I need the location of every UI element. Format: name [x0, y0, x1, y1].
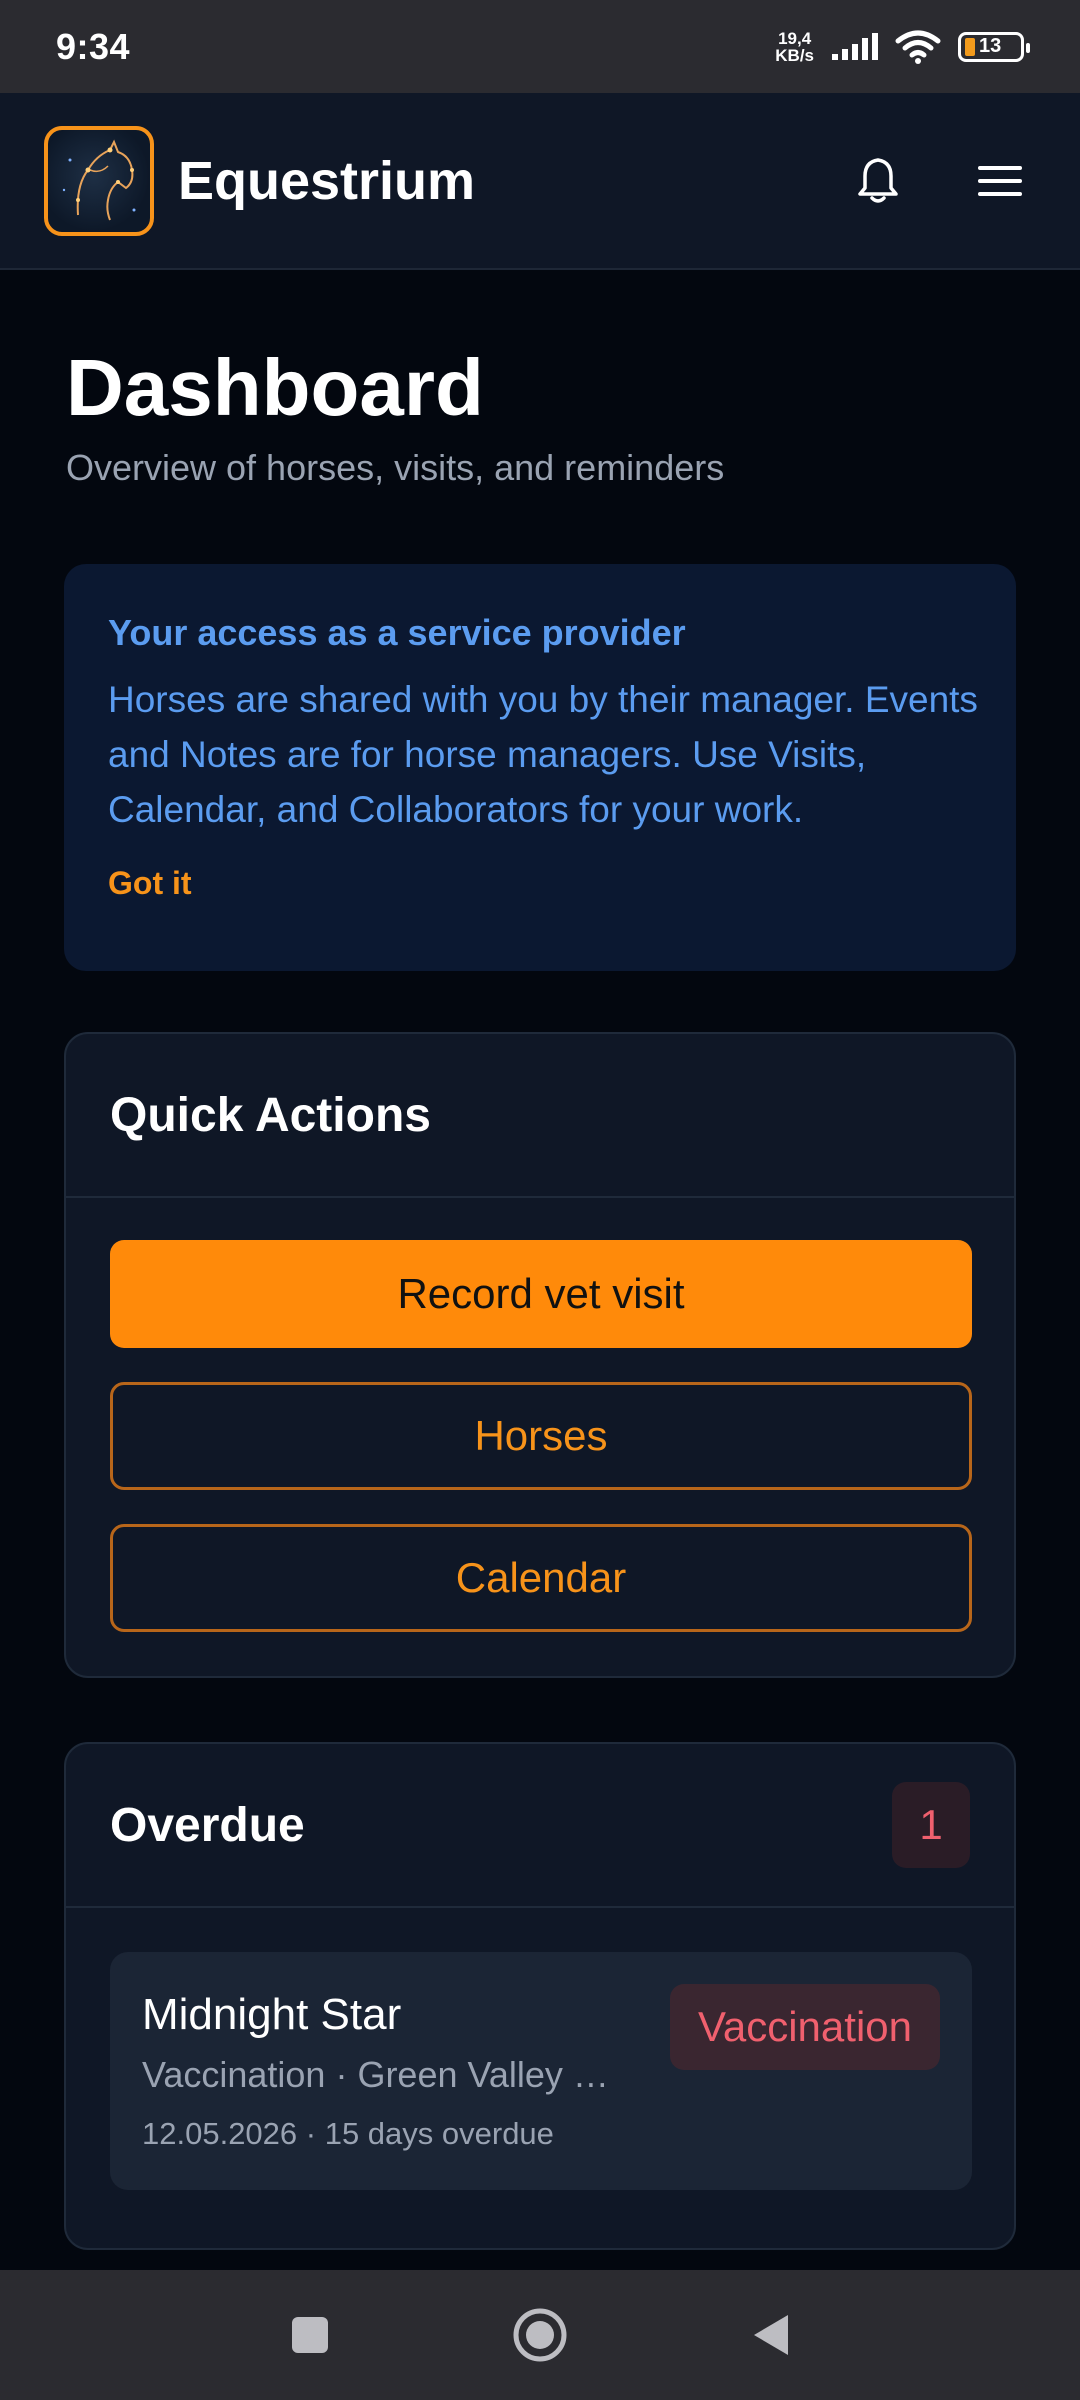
overdue-card: Overdue 1 Midnight Star Vaccination · Gr… — [64, 1742, 1016, 2250]
calendar-button[interactable]: Calendar — [110, 1524, 972, 1632]
overdue-item[interactable]: Midnight Star Vaccination · Green Valley… — [110, 1952, 972, 2190]
wifi-icon — [895, 30, 941, 64]
notifications-button[interactable] — [842, 145, 914, 217]
nav-home-icon[interactable] — [512, 2307, 568, 2363]
quick-actions-header: Quick Actions — [66, 1034, 1014, 1198]
horses-button[interactable]: Horses — [110, 1382, 972, 1490]
menu-icon — [978, 165, 1022, 196]
quick-actions-title: Quick Actions — [110, 1088, 431, 1142]
nav-recents-icon[interactable] — [288, 2313, 332, 2357]
battery-level: 13 — [979, 35, 1002, 57]
overdue-count-badge: 1 — [892, 1782, 970, 1868]
overdue-list: Midnight Star Vaccination · Green Valley… — [66, 1908, 1014, 2234]
overdue-header: Overdue 1 — [66, 1744, 1014, 1908]
system-nav-bar — [0, 2270, 1080, 2400]
provider-info-banner: Your access as a service provider Horses… — [64, 564, 1016, 971]
event-type-badge: Vaccination — [669, 1984, 940, 2070]
app-name: Equestrium — [178, 150, 476, 211]
overdue-item-date: 12.05.2026 · 15 days overdue — [142, 2116, 554, 2151]
nav-back-icon[interactable] — [748, 2311, 792, 2359]
overdue-item-meta: Vaccination · Green Valley … — [142, 2054, 609, 2095]
info-title: Your access as a service provider — [108, 612, 686, 653]
overdue-title: Overdue — [110, 1798, 305, 1852]
status-icons: 19,4 KB/s 13 — [775, 28, 1030, 65]
bell-icon — [858, 157, 898, 203]
network-speed: 19,4 KB/s — [775, 28, 814, 65]
battery-icon: 13 — [958, 31, 1030, 62]
info-body: Horses are shared with you by their mana… — [108, 679, 978, 830]
quick-actions-body: Record vet visit Horses Calendar — [66, 1198, 1014, 1674]
menu-button[interactable] — [964, 145, 1036, 217]
signal-icon — [832, 32, 878, 60]
status-bar: 9:34 19,4 KB/s 13 — [0, 0, 1080, 93]
page-subtitle: Overview of horses, visits, and reminder… — [66, 447, 725, 488]
horse-logo-icon[interactable] — [44, 125, 154, 236]
record-vet-visit-button[interactable]: Record vet visit — [110, 1240, 972, 1348]
quick-actions-card: Quick Actions Record vet visit Horses Ca… — [64, 1032, 1016, 1678]
got-it-button[interactable]: Got it — [108, 865, 192, 902]
page-title: Dashboard — [66, 343, 484, 432]
app-header: Equestrium — [0, 93, 1080, 270]
status-time: 9:34 — [56, 25, 131, 67]
